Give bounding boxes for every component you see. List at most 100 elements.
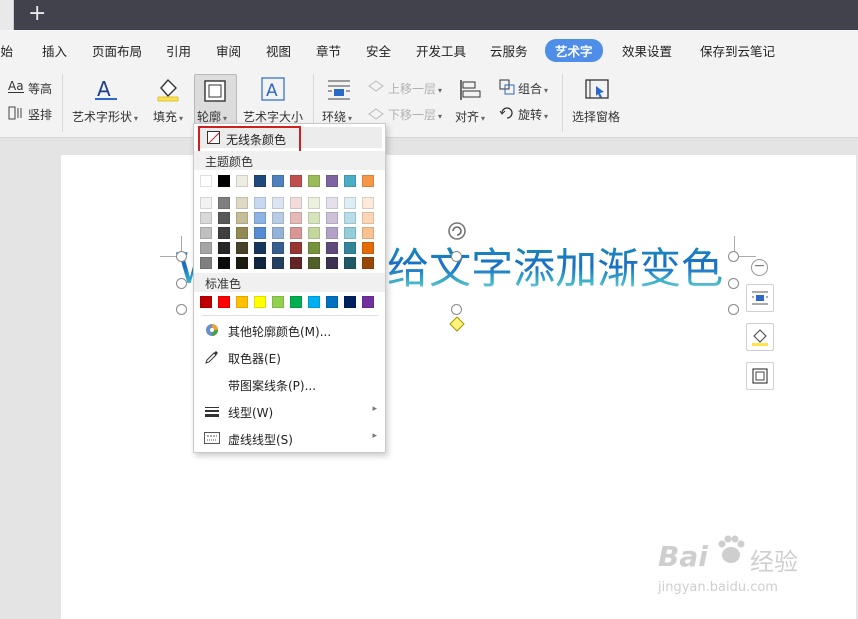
color-swatch[interactable] [236,197,248,209]
color-swatch[interactable] [290,227,302,239]
send-backward-button[interactable]: 下移一层 ▾ [388,106,442,123]
color-swatch[interactable] [344,257,356,269]
rotate-button[interactable]: 旋转 ▾ [518,106,548,123]
menu-review[interactable]: 审阅 [216,41,241,60]
wordart-shape-button[interactable]: 艺术字形状 ▾ [72,108,138,125]
color-swatch[interactable] [236,175,248,187]
menu-page-layout[interactable]: 页面布局 [92,41,142,60]
color-swatch[interactable] [290,197,302,209]
menu-references[interactable]: 引用 [166,41,191,60]
resize-handle[interactable] [728,278,739,289]
color-swatch[interactable] [344,197,356,209]
color-swatch[interactable] [362,257,374,269]
no-line-color-item[interactable]: 无线条颜色 [198,126,382,153]
line-style-item[interactable]: 线型(W) ▸ [194,399,385,423]
outline-quick-button[interactable] [746,362,774,390]
color-swatch[interactable] [218,257,230,269]
color-swatch[interactable] [218,175,230,187]
color-swatch[interactable] [326,257,338,269]
fill-button[interactable]: 填充 ▾ [153,108,183,125]
color-swatch[interactable] [272,257,284,269]
menu-wordart[interactable]: 艺术字 [545,39,603,62]
color-swatch[interactable] [236,242,248,254]
color-swatch[interactable] [200,296,212,308]
color-swatch[interactable] [290,242,302,254]
color-swatch[interactable] [344,175,356,187]
selection-pane-button[interactable]: 选择窗格 [572,108,620,125]
color-swatch[interactable] [344,242,356,254]
color-swatch[interactable] [362,296,374,308]
color-swatch[interactable] [200,197,212,209]
resize-handle[interactable] [451,304,462,315]
color-swatch[interactable] [218,212,230,224]
color-swatch[interactable] [272,242,284,254]
menu-save-cloud-note[interactable]: 保存到云笔记 [700,41,775,60]
color-swatch[interactable] [308,257,320,269]
color-swatch[interactable] [254,227,266,239]
resize-handle[interactable] [176,251,187,262]
collapse-icon[interactable]: − [751,259,768,276]
dash-style-item[interactable]: 虚线线型(S) ▸ [194,426,385,450]
menu-insert[interactable]: 插入 [42,41,67,60]
color-swatch[interactable] [254,175,266,187]
color-swatch[interactable] [218,197,230,209]
color-swatch[interactable] [290,296,302,308]
color-swatch[interactable] [326,296,338,308]
color-swatch[interactable] [200,212,212,224]
color-swatch[interactable] [236,212,248,224]
resize-handle[interactable] [176,278,187,289]
bring-forward-button[interactable]: 上移一层 ▾ [388,80,442,97]
adjust-handle-icon[interactable] [449,316,465,332]
layout-options-button[interactable] [746,284,774,312]
resize-handle[interactable] [728,251,739,262]
color-swatch[interactable] [236,227,248,239]
color-swatch[interactable] [308,175,320,187]
fill-quick-button[interactable] [746,323,774,351]
color-swatch[interactable] [308,296,320,308]
color-swatch[interactable] [344,212,356,224]
vertical-text-button[interactable]: 竖排 [28,106,52,123]
color-swatch[interactable] [200,242,212,254]
color-swatch[interactable] [308,227,320,239]
color-swatch[interactable] [272,212,284,224]
color-swatch[interactable] [290,212,302,224]
color-swatch[interactable] [254,212,266,224]
color-swatch[interactable] [326,212,338,224]
color-swatch[interactable] [236,257,248,269]
menu-chapter[interactable]: 章节 [316,41,341,60]
color-swatch[interactable] [362,197,374,209]
color-swatch[interactable] [326,197,338,209]
color-swatch[interactable] [308,242,320,254]
color-swatch[interactable] [326,175,338,187]
color-swatch[interactable] [218,242,230,254]
pattern-line-item[interactable]: 带图案线条(P)... [194,372,385,396]
color-swatch[interactable] [272,296,284,308]
menu-security[interactable]: 安全 [366,41,391,60]
color-swatch[interactable] [344,227,356,239]
color-swatch[interactable] [326,227,338,239]
color-swatch[interactable] [290,175,302,187]
more-outline-colors-item[interactable]: 其他轮廓颜色(M)... [194,318,385,342]
color-swatch[interactable] [254,296,266,308]
color-swatch[interactable] [362,175,374,187]
color-swatch[interactable] [254,257,266,269]
color-swatch[interactable] [362,242,374,254]
color-swatch[interactable] [272,227,284,239]
group-button[interactable]: 组合 ▾ [518,80,548,97]
color-swatch[interactable] [362,227,374,239]
new-tab-button[interactable]: + [28,2,46,26]
color-swatch[interactable] [272,197,284,209]
color-swatch[interactable] [290,257,302,269]
rotate-handle-icon[interactable] [447,221,467,241]
color-swatch[interactable] [308,212,320,224]
color-swatch[interactable] [218,227,230,239]
menu-home[interactable]: 开始 [0,41,13,60]
color-swatch[interactable] [200,227,212,239]
menu-effects[interactable]: 效果设置 [622,41,672,60]
resize-handle[interactable] [451,251,462,262]
color-swatch[interactable] [200,257,212,269]
color-swatch[interactable] [254,197,266,209]
color-swatch[interactable] [200,175,212,187]
color-swatch[interactable] [218,296,230,308]
menu-view[interactable]: 视图 [266,41,291,60]
